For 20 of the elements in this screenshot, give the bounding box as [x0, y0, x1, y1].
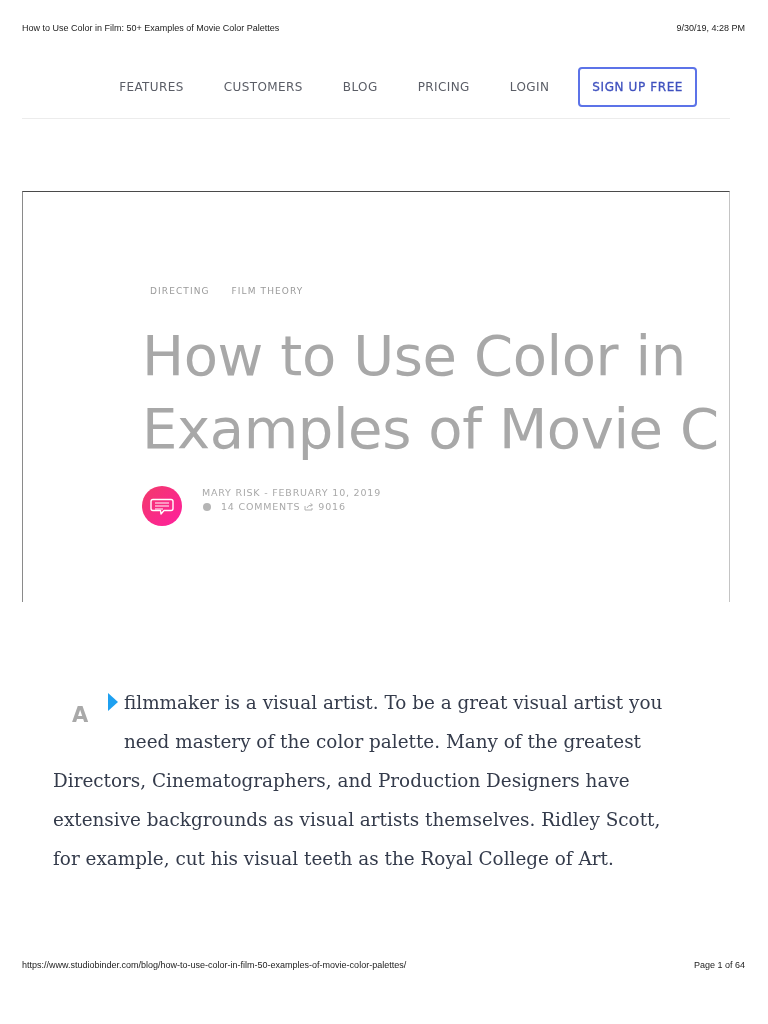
page-url: https://www.studiobinder.com/blog/how-to-use-color-in-film-50-examples-of-movie-color-palettes/: [22, 960, 407, 970]
chat-bubble-icon: [142, 486, 182, 526]
sign-up-button[interactable]: SIGN UP FREE: [578, 67, 697, 107]
share-count: 9016: [318, 500, 346, 514]
share-icon: [304, 503, 315, 511]
page-number: Page 1 of 64: [693, 960, 745, 970]
page-title: How to Use Color in Film: 50+ Examples of Movie Color Palettes: [22, 23, 280, 33]
comment-count: 14 COMMENTS: [221, 500, 301, 514]
nav-link[interactable]: CUSTOMERS: [223, 80, 303, 94]
nav-link[interactable]: LOGIN: [509, 80, 550, 94]
triangle-icon: [108, 693, 119, 711]
dot-icon: [203, 503, 211, 511]
article-title: Examples of Movie C: [142, 395, 719, 463]
print-date: 9/30/19, 4:28 PM: [676, 23, 745, 33]
byline: MARY RISK - FEBRUARY 10, 2019: [202, 486, 381, 500]
article-title: How to Use Color in: [142, 322, 686, 390]
nav-link[interactable]: PRICING: [417, 80, 470, 94]
nav-link[interactable]: FEATURES: [119, 80, 184, 94]
nav-link[interactable]: BLOG: [342, 80, 378, 94]
article-paragraph: A filmmaker is a visual artist. To be a great visual artist you need mastery of the color palette. Many of the greatest Directors, Cinematographers, and Production Designers have extensive backgrounds as visual artists themselves. Ridley Scott, for example, cut his visual teeth as the Royal College of Art.: [53, 691, 664, 871]
